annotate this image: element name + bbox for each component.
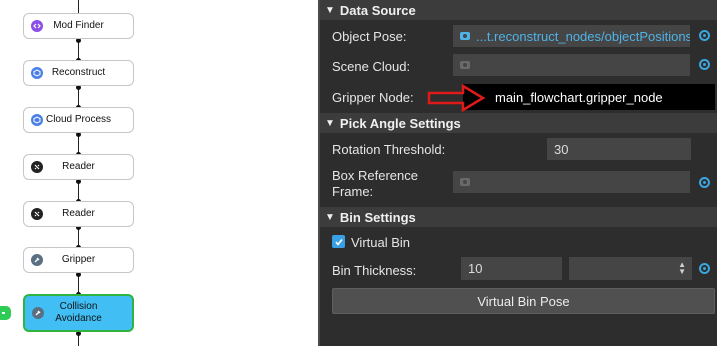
bin-thickness-unit-select[interactable]: ▲ ▼ <box>569 257 692 280</box>
node-label: Collision Avoidance <box>55 301 102 324</box>
target-select-icon[interactable] <box>699 59 710 70</box>
node-reader-2[interactable]: Reader <box>23 201 134 227</box>
gripper-icon <box>31 254 43 266</box>
collapse-triangle-icon: ▼ <box>325 211 335 223</box>
box-reference-label-line2: Frame: <box>332 184 374 199</box>
bin-thickness-input[interactable]: 10 <box>461 257 562 280</box>
node-reconstruct[interactable]: Reconstruct <box>23 60 134 86</box>
bin-thickness-label: Bin Thickness: <box>332 263 417 278</box>
node-reader-1[interactable]: Reader <box>23 154 134 180</box>
connection-badge-icon[interactable] <box>0 306 11 320</box>
camera-icon <box>460 61 470 69</box>
node-gripper[interactable]: Gripper <box>23 247 134 273</box>
camera-icon <box>460 178 470 186</box>
object-pose-value: ...t.reconstruct_nodes/objectPositions <box>476 28 690 44</box>
section-title: Bin Settings <box>339 209 416 225</box>
target-select-icon[interactable] <box>699 30 710 41</box>
reader-icon <box>31 208 43 220</box>
rotation-threshold-value: 30 <box>554 141 569 157</box>
collapse-triangle-icon: ▼ <box>325 4 335 16</box>
target-select-icon[interactable] <box>699 177 710 188</box>
gripper-node-label: Gripper Node: <box>332 90 414 105</box>
node-label: Gripper <box>61 254 96 265</box>
virtual-bin-label: Virtual Bin <box>351 235 411 250</box>
mod-finder-icon <box>31 20 43 32</box>
node-label: Reader <box>62 161 95 172</box>
node-collision-avoidance[interactable]: Collision Avoidance <box>23 294 134 332</box>
connector-wire <box>78 0 79 14</box>
virtual-bin-checkbox[interactable] <box>332 235 345 248</box>
gripper-node-field[interactable]: main_flowchart.gripper_node <box>463 84 715 110</box>
section-header-data-source[interactable]: ▼ Data Source <box>320 0 717 20</box>
node-label: Reader <box>62 208 95 219</box>
panel-divider[interactable] <box>318 0 320 346</box>
object-pose-field[interactable]: ...t.reconstruct_nodes/objectPositions <box>453 25 690 47</box>
node-cloud-process[interactable]: Cloud Process <box>23 107 134 133</box>
section-header-bin-settings[interactable]: ▼ Bin Settings <box>320 207 717 227</box>
bin-thickness-value: 10 <box>468 261 483 276</box>
cloud-process-icon <box>31 114 43 126</box>
object-pose-label: Object Pose: <box>332 29 407 44</box>
annotation-arrow-icon <box>427 83 486 113</box>
rotation-threshold-input[interactable]: 30 <box>547 138 691 160</box>
node-label: Cloud Process <box>45 114 112 125</box>
node-label: Reconstruct <box>51 67 106 78</box>
box-reference-frame-field[interactable] <box>453 171 690 193</box>
target-select-icon[interactable] <box>699 263 710 274</box>
node-mod-finder[interactable]: Mod Finder <box>23 13 134 39</box>
box-reference-label-line1: Box Reference <box>332 168 418 183</box>
scene-cloud-field[interactable] <box>453 54 690 76</box>
rotation-threshold-label: Rotation Threshold: <box>332 142 446 157</box>
collapse-triangle-icon: ▼ <box>325 117 335 129</box>
virtual-bin-pose-button[interactable]: Virtual Bin Pose <box>332 288 715 314</box>
scene-cloud-label: Scene Cloud: <box>332 59 411 74</box>
properties-panel: ▼ Data Source Object Pose: ...t.reconstr… <box>318 0 717 346</box>
box-reference-label: Box Reference Frame: <box>332 168 418 200</box>
check-icon <box>334 238 343 246</box>
collision-avoidance-icon <box>32 307 44 319</box>
reconstruct-icon <box>31 67 43 79</box>
section-title: Pick Angle Settings <box>339 115 461 131</box>
select-arrows-icon: ▲ ▼ <box>678 260 686 276</box>
flowchart-canvas[interactable]: Mod Finder Reconstruct Cloud Process Rea… <box>0 0 318 346</box>
section-header-pick-angle[interactable]: ▼ Pick Angle Settings <box>320 113 717 133</box>
reader-icon <box>31 161 43 173</box>
node-label: Mod Finder <box>53 20 104 31</box>
camera-icon <box>460 32 470 40</box>
virtual-bin-pose-label: Virtual Bin Pose <box>477 293 570 309</box>
section-title: Data Source <box>339 2 416 18</box>
gripper-node-value: main_flowchart.gripper_node <box>495 89 663 105</box>
